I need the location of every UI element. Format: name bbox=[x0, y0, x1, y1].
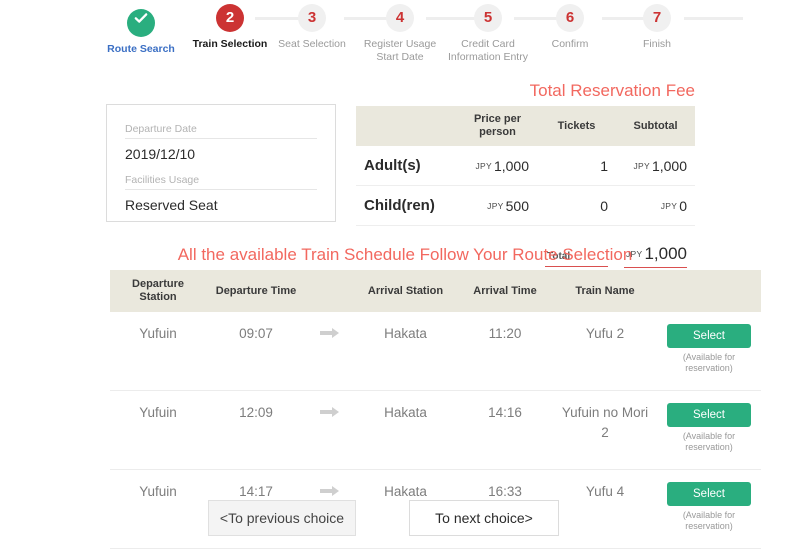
row-arrival-station: Hakata bbox=[354, 312, 457, 391]
stepper-number-5: 5 bbox=[474, 4, 502, 32]
schedule-header-row: Departure Station Departure Time Arrival… bbox=[110, 270, 761, 312]
currency-label: JPY bbox=[475, 160, 492, 171]
fee-row-tickets-child: 0 bbox=[537, 185, 616, 226]
stepper-step-route-search[interactable]: Route Search bbox=[93, 4, 189, 56]
fee-row-subtotal-child-value: 0 bbox=[679, 197, 687, 214]
fee-header-blank bbox=[356, 106, 458, 146]
schedule-header-action bbox=[657, 270, 761, 312]
schedule-header-arrival-time: Arrival Time bbox=[457, 270, 553, 312]
stepper-step-register-usage-start-date[interactable]: 4 Register Usage Start Date bbox=[352, 4, 448, 63]
table-row: Yufuin 09:07 Hakata 11:20 Yufu 2 Select … bbox=[110, 312, 761, 391]
row-train-name: Yufu 2 bbox=[553, 312, 657, 391]
stepper-label-register-usage-start-date: Register Usage Start Date bbox=[363, 38, 437, 63]
schedule-header-arrow bbox=[306, 270, 354, 312]
availability-note: (Available for reservation) bbox=[682, 352, 736, 373]
stepper-connector bbox=[684, 17, 743, 20]
arrow-right-icon bbox=[306, 312, 354, 391]
row-departure-time: 12:09 bbox=[206, 390, 306, 470]
total-reservation-fee-title: Total Reservation Fee bbox=[529, 81, 695, 100]
stepper-step-confirm[interactable]: 6 Confirm bbox=[522, 4, 618, 51]
row-departure-station: Yufuin bbox=[110, 390, 206, 470]
row-departure-time: 09:07 bbox=[206, 312, 306, 391]
stepper-label-seat-selection: Seat Selection bbox=[278, 38, 346, 50]
facilities-usage-value: Reserved Seat bbox=[125, 197, 218, 213]
select-button[interactable]: Select bbox=[667, 482, 751, 506]
stepper-number-7: 7 bbox=[643, 4, 671, 32]
stepper-label-finish: Finish bbox=[642, 38, 671, 50]
fee-row-price-child: JPY 500 bbox=[458, 185, 537, 226]
row-arrival-station: Hakata bbox=[354, 390, 457, 470]
fee-row-label-adult: Adult(s) bbox=[356, 146, 458, 186]
fee-row-price-child-value: 500 bbox=[505, 197, 529, 214]
stepper-step-seat-selection[interactable]: 3 Seat Selection bbox=[264, 4, 360, 51]
row-arrival-time: 14:16 bbox=[457, 390, 553, 470]
schedule-header-train-name: Train Name bbox=[553, 270, 657, 312]
schedule-header-departure-station: Departure Station bbox=[110, 270, 206, 312]
fee-table-header-row: Price per person Tickets Subtotal bbox=[356, 106, 695, 146]
row-action-cell: Select (Available for reservation) bbox=[657, 390, 761, 470]
previous-choice-button[interactable]: <To previous choice bbox=[208, 500, 356, 536]
stepper-label-route-search: Route Search bbox=[107, 43, 175, 55]
availability-note: (Available for reservation) bbox=[682, 431, 736, 452]
fee-row-tickets-adult: 1 bbox=[537, 146, 616, 186]
next-choice-button[interactable]: To next choice> bbox=[409, 500, 559, 536]
fee-row-subtotal-adult: JPY 1,000 bbox=[616, 146, 695, 186]
stepper-label-confirm: Confirm bbox=[551, 38, 589, 50]
fee-row-price-adult: JPY 1,000 bbox=[458, 146, 537, 186]
fee-header-subtotal: Subtotal bbox=[616, 106, 695, 146]
row-departure-station: Yufuin bbox=[110, 469, 206, 549]
row-action-cell: Select (Available for reservation) bbox=[657, 312, 761, 391]
departure-date-value: 2019/12/10 bbox=[125, 146, 196, 162]
currency-label: JPY bbox=[633, 160, 650, 171]
select-button[interactable]: Select bbox=[667, 324, 751, 348]
progress-stepper: Route Search 2 Train Selection 3 Seat Se… bbox=[100, 4, 743, 82]
table-row: Yufuin 12:09 Hakata 14:16 Yufuin no Mori… bbox=[110, 390, 761, 470]
departure-date-label: Departure Date bbox=[125, 123, 317, 139]
fee-header-tickets: Tickets bbox=[537, 106, 616, 146]
currency-label: JPY bbox=[487, 200, 504, 211]
select-button[interactable]: Select bbox=[667, 403, 751, 427]
fee-row-label-child: Child(ren) bbox=[356, 185, 458, 226]
stepper-number-2: 2 bbox=[216, 4, 244, 32]
row-action-cell: Select (Available for reservation) bbox=[657, 469, 761, 549]
schedule-header-arrival-station: Arrival Station bbox=[354, 270, 457, 312]
stepper-number-4: 4 bbox=[386, 4, 414, 32]
fee-row-subtotal-adult-value: 1,000 bbox=[651, 157, 687, 174]
schedule-title: All the available Train Schedule Follow … bbox=[177, 245, 633, 264]
stepper-number-3: 3 bbox=[298, 4, 326, 32]
arrow-right-icon bbox=[306, 390, 354, 470]
schedule-header-departure-time: Departure Time bbox=[206, 270, 306, 312]
currency-label: JPY bbox=[660, 200, 678, 211]
fee-table-row-child: Child(ren) JPY 500 0 JPY 0 bbox=[356, 185, 695, 226]
fee-row-price-adult-value: 1,000 bbox=[493, 157, 529, 174]
row-train-name: Yufuin no Mori 2 bbox=[553, 390, 657, 470]
train-selection-page: Route Search 2 Train Selection 3 Seat Se… bbox=[0, 0, 800, 549]
row-train-name: Yufu 4 bbox=[553, 469, 657, 549]
row-arrival-time: 11:20 bbox=[457, 312, 553, 391]
row-departure-station: Yufuin bbox=[110, 312, 206, 391]
stepper-step-finish[interactable]: 7 Finish bbox=[609, 4, 705, 51]
check-icon bbox=[127, 9, 155, 37]
fee-table-row-adult: Adult(s) JPY 1,000 1 JPY 1,000 bbox=[356, 146, 695, 186]
availability-note: (Available for reservation) bbox=[682, 510, 736, 531]
facilities-usage-label: Facilities Usage bbox=[125, 174, 317, 190]
reservation-summary-box: Departure Date 2019/12/10 Facilities Usa… bbox=[106, 104, 336, 222]
stepper-number-6: 6 bbox=[556, 4, 584, 32]
fee-row-subtotal-child: JPY 0 bbox=[616, 185, 695, 226]
fee-header-price-per-person: Price per person bbox=[458, 106, 537, 146]
